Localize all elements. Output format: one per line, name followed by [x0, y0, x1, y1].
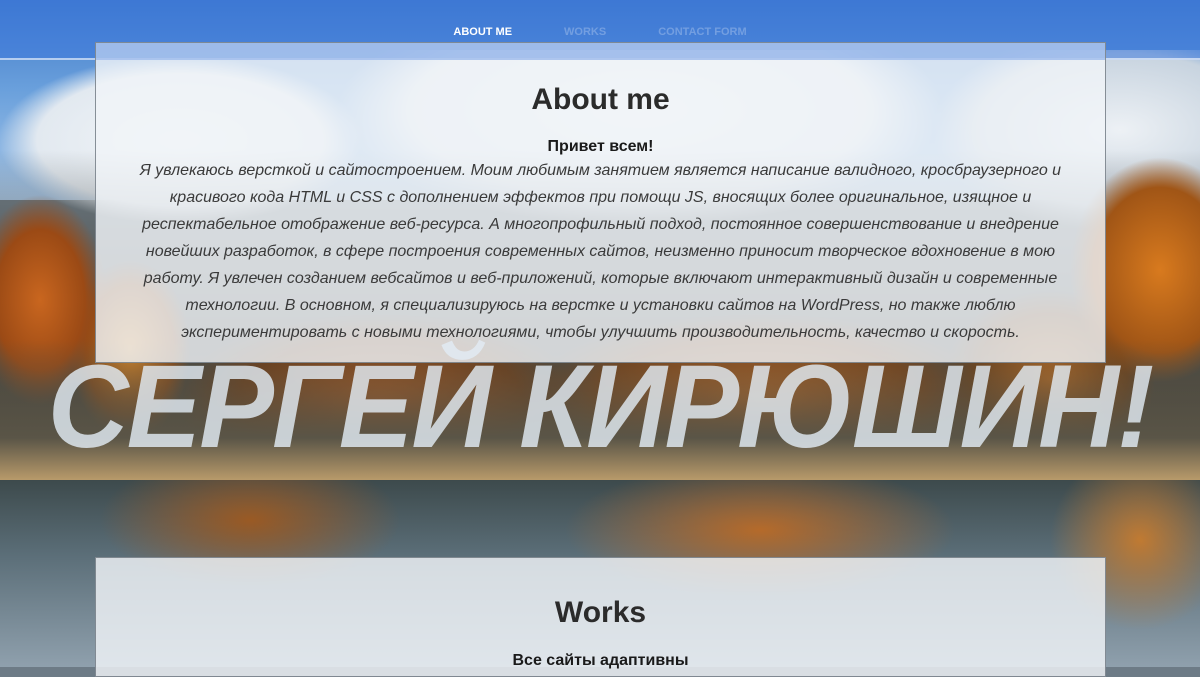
about-section-top-bar — [96, 43, 1105, 60]
about-text: Я увлекаюсь версткой и сайтостроением. М… — [96, 157, 1105, 346]
works-title: Works — [554, 596, 647, 629]
about-section: About me Привет всем! Я увлекаюсь верстк… — [95, 42, 1106, 363]
about-text-line: респектабельное отображение веб-ресурса.… — [142, 216, 1059, 233]
about-greeting: Привет всем! — [547, 138, 654, 155]
hero-name-heading: СЕРГЕЙ КИРЮШИН! — [47, 340, 1155, 473]
works-subtitle: Все сайты адаптивны — [512, 652, 689, 669]
about-text-line: красивого кода HTML и CSS с дополнением … — [169, 189, 1032, 206]
about-text-line: технологии. В основном, я специализируюс… — [185, 297, 1016, 314]
about-title: About me — [531, 83, 670, 116]
about-text-line: работу. Я увлечен созданием вебсайтов и … — [143, 270, 1058, 287]
works-section: Works Все сайты адаптивны — [95, 557, 1106, 677]
about-text-line: новейших разработок, в сфере построения … — [145, 243, 1056, 260]
about-text-line: Я увлекаюсь версткой и сайтостроением. М… — [139, 162, 1062, 179]
